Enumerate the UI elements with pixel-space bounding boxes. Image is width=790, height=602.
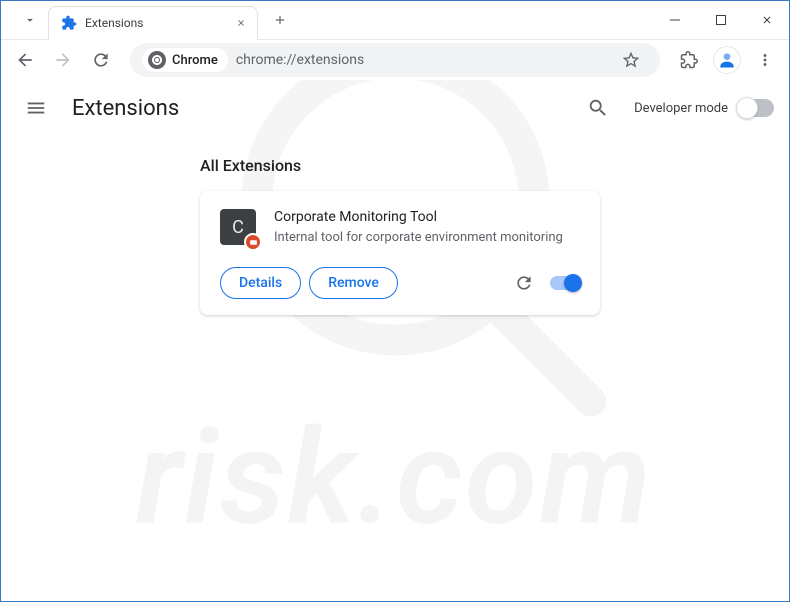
developer-mode-label: Developer mode [634,101,728,116]
browser-tab[interactable]: Extensions [48,6,258,40]
close-window-button[interactable] [744,0,790,40]
extensions-button[interactable] [672,43,706,77]
extension-card: C Corporate Monitoring Tool Internal too… [200,191,600,315]
back-button[interactable] [8,43,42,77]
tab-title: Extensions [85,16,225,30]
profile-button[interactable] [710,43,744,77]
titlebar: Extensions [0,0,790,40]
menu-button[interactable] [748,43,782,77]
extension-warning-badge-icon [244,233,262,251]
details-button[interactable]: Details [220,267,301,299]
chrome-logo-icon [148,51,166,69]
hamburger-menu-button[interactable] [16,88,56,128]
remove-button[interactable]: Remove [309,267,398,299]
forward-button[interactable] [46,43,80,77]
developer-mode-toggle[interactable] [738,99,774,117]
extension-description: Internal tool for corporate environment … [274,229,580,247]
minimize-button[interactable] [652,0,698,40]
developer-mode-control: Developer mode [634,99,774,117]
tab-search-button[interactable] [12,4,48,36]
bookmark-button[interactable] [614,43,648,77]
address-bar[interactable]: Chrome chrome://extensions [130,43,660,77]
reload-button[interactable] [84,43,118,77]
site-chip[interactable]: Chrome [142,48,228,72]
content-area: All Extensions C Corporate Monitoring To… [0,136,790,315]
extension-icon-wrap: C [220,209,256,245]
extension-name: Corporate Monitoring Tool [274,209,580,225]
url-text: chrome://extensions [236,52,364,68]
window-controls [652,0,790,40]
browser-toolbar: Chrome chrome://extensions [0,40,790,80]
search-button[interactable] [578,88,618,128]
page-title: Extensions [72,96,179,121]
maximize-button[interactable] [698,0,744,40]
extension-enabled-toggle[interactable] [550,276,580,290]
page-header: Extensions Developer mode [0,80,790,136]
new-tab-button[interactable] [266,6,294,34]
section-title: All Extensions [200,156,790,175]
site-chip-label: Chrome [172,53,218,68]
reload-extension-button[interactable] [512,271,536,295]
tab-close-button[interactable] [233,15,249,31]
extension-icon [61,15,77,31]
